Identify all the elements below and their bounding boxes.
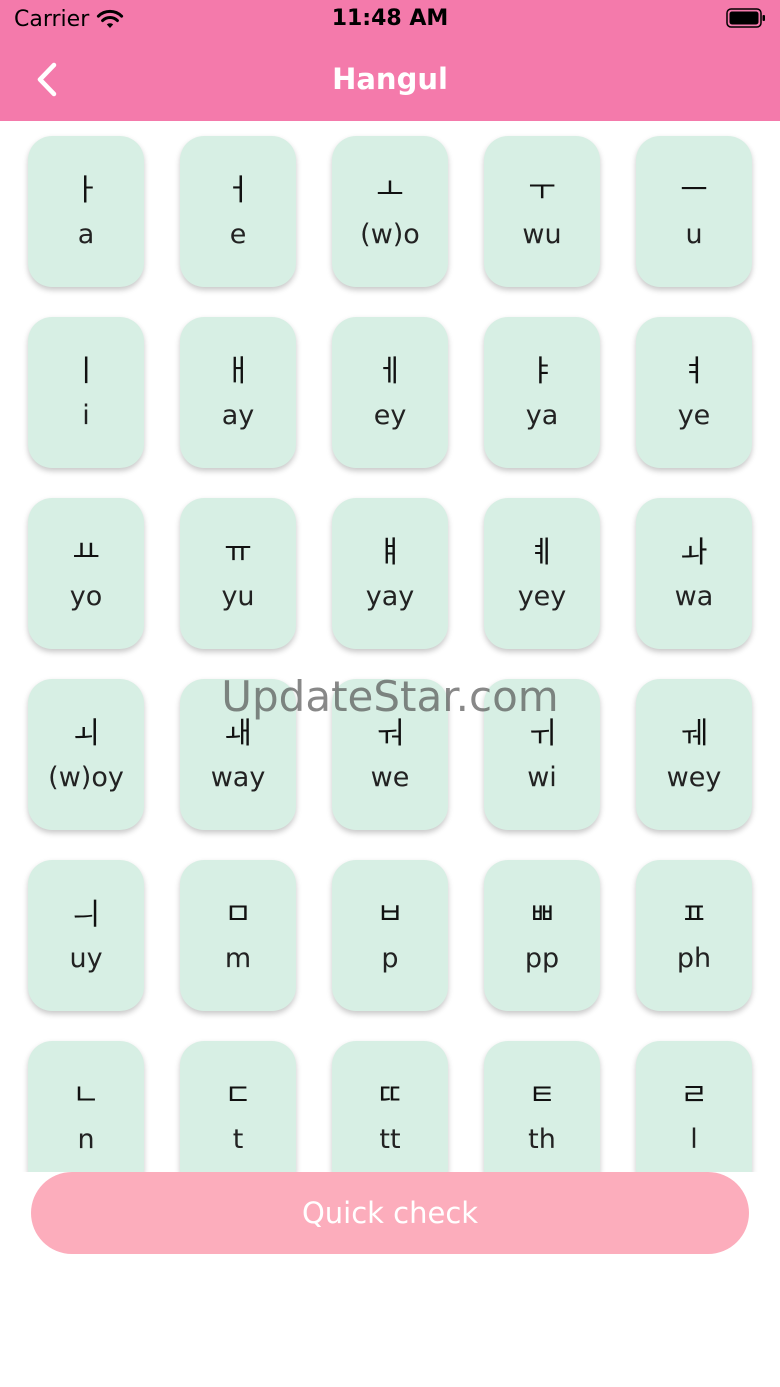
letter-card[interactable]: ㅘ wa <box>636 498 752 649</box>
letter-card[interactable]: ㅞ wey <box>636 679 752 830</box>
letter-card[interactable]: ㅁm <box>180 860 296 1011</box>
page-title: Hangul <box>332 62 448 96</box>
hangul-character: ㅣ <box>72 353 100 389</box>
romanization-label: ey <box>373 399 407 431</box>
hangul-character: ㅑ <box>528 353 556 389</box>
romanization-label: th <box>528 1123 556 1155</box>
letter-card[interactable]: ㅍ ph <box>636 860 752 1011</box>
status-time: 11:48 AM <box>331 6 449 31</box>
letter-card[interactable]: ㄸ tt <box>332 1041 448 1172</box>
letter-card[interactable]: ㅣi <box>28 317 144 468</box>
hangul-character: ㅠ <box>224 534 252 570</box>
hangul-character: ㅡ <box>680 172 708 208</box>
hangul-character: ㄹ <box>680 1077 708 1113</box>
hangul-character: ㅏ <box>72 172 100 208</box>
hangul-character: ㅁ <box>224 896 252 932</box>
hangul-character: ㅍ <box>680 896 708 932</box>
hangul-character: ㅞ <box>680 715 708 751</box>
romanization-label: t <box>232 1123 244 1155</box>
letter-card[interactable]: ㅕ ye <box>636 317 752 468</box>
letter-card[interactable]: ㅖ yey <box>484 498 600 649</box>
quick-check-button[interactable]: Quick check <box>31 1172 749 1254</box>
letter-card[interactable]: ㅓe <box>180 136 296 287</box>
letter-card[interactable]: ㅚ (w)oy <box>28 679 144 830</box>
romanization-label: l <box>690 1123 698 1155</box>
hangul-character: ㅃ <box>528 896 556 932</box>
romanization-label: pp <box>524 942 560 974</box>
hangul-character: ㅘ <box>680 534 708 570</box>
hangul-character: ㅔ <box>376 353 404 389</box>
letter-card[interactable]: ㅃ pp <box>484 860 600 1011</box>
hangul-character: ㅌ <box>528 1077 556 1113</box>
letter-card[interactable]: ㅏa <box>28 136 144 287</box>
letter-card[interactable]: ㄴn <box>28 1041 144 1172</box>
romanization-label: yey <box>517 580 567 612</box>
hangul-character: ㄸ <box>376 1077 404 1113</box>
letter-card[interactable]: ㅡu <box>636 136 752 287</box>
romanization-label: wu <box>522 218 562 250</box>
romanization-label: wey <box>666 761 722 793</box>
letters-grid: ㅏ a ㅓ e ㅗ (w)o ㅜ wu ㅡ u ㅣ i ㅐ ay ㅔ ey ㅑ ya ㅕ ye ㅛ yo ㅠ yu ㅒ yay ㅖ y… <box>28 136 752 1172</box>
romanization-label: n <box>77 1123 95 1155</box>
romanization-label: a <box>77 218 95 250</box>
romanization-label: u <box>685 218 703 250</box>
hangul-character: ㅒ <box>376 534 404 570</box>
hangul-character: ㅗ <box>376 172 404 208</box>
romanization-label: uy <box>69 942 103 974</box>
romanization-label: yay <box>365 580 415 612</box>
letter-card[interactable]: ㅙ way <box>180 679 296 830</box>
letter-card[interactable]: ㅟ wi <box>484 679 600 830</box>
hangul-character: ㅖ <box>528 534 556 570</box>
hangul-character: ㅕ <box>680 353 708 389</box>
hangul-character: ㅟ <box>528 715 556 751</box>
hangul-character: ㅢ <box>72 896 100 932</box>
nav-bar: Hangul <box>0 40 780 121</box>
letter-card[interactable]: ㅒ yay <box>332 498 448 649</box>
battery-icon <box>726 8 765 28</box>
romanization-label: (w)o <box>360 218 420 250</box>
letter-card[interactable]: ㅛ yo <box>28 498 144 649</box>
romanization-label: ph <box>676 942 712 974</box>
hangul-character: ㄴ <box>72 1077 100 1113</box>
hangul-character: ㅜ <box>528 172 556 208</box>
romanization-label: ya <box>525 399 559 431</box>
romanization-label: (w)oy <box>48 761 124 793</box>
hangul-character: ㄷ <box>224 1077 252 1113</box>
romanization-label: we <box>370 761 410 793</box>
letter-card[interactable]: ㄷt <box>180 1041 296 1172</box>
letters-scroll-area[interactable]: ㅏ a ㅓ e ㅗ (w)o ㅜ wu ㅡ u ㅣ i ㅐ ay ㅔ ey ㅑ ya ㅕ ye ㅛ yo ㅠ yu ㅒ yay ㅖ y… <box>0 121 780 1172</box>
hangul-character: ㅂ <box>376 896 404 932</box>
letter-card[interactable]: ㅂp <box>332 860 448 1011</box>
letter-card[interactable]: ㄹl <box>636 1041 752 1172</box>
romanization-label: yu <box>221 580 255 612</box>
letter-card[interactable]: ㅜ wu <box>484 136 600 287</box>
letter-card[interactable]: ㅢ uy <box>28 860 144 1011</box>
letter-card[interactable]: ㅔ ey <box>332 317 448 468</box>
romanization-label: tt <box>379 1123 401 1155</box>
romanization-label: ye <box>677 399 711 431</box>
romanization-label: way <box>210 761 266 793</box>
hangul-character: ㅚ <box>72 715 100 751</box>
hangul-character: ㅛ <box>72 534 100 570</box>
hangul-character: ㅝ <box>376 715 404 751</box>
hangul-character: ㅙ <box>224 715 252 751</box>
romanization-label: ay <box>221 399 255 431</box>
hangul-character: ㅓ <box>224 172 252 208</box>
romanization-label: i <box>82 399 90 431</box>
romanization-label: wa <box>674 580 714 612</box>
romanization-label: e <box>229 218 247 250</box>
letter-card[interactable]: ㅗ (w)o <box>332 136 448 287</box>
hangul-character: ㅐ <box>224 353 252 389</box>
letter-card[interactable]: ㅑ ya <box>484 317 600 468</box>
romanization-label: m <box>224 942 252 974</box>
romanization-label: wi <box>527 761 557 793</box>
letter-card[interactable]: ㅝ we <box>332 679 448 830</box>
romanization-label: yo <box>69 580 103 612</box>
letter-card[interactable]: ㅌ th <box>484 1041 600 1172</box>
romanization-label: p <box>381 942 399 974</box>
letter-card[interactable]: ㅠ yu <box>180 498 296 649</box>
letter-card[interactable]: ㅐ ay <box>180 317 296 468</box>
status-bar: Carrier 11:48 AM <box>0 0 780 40</box>
